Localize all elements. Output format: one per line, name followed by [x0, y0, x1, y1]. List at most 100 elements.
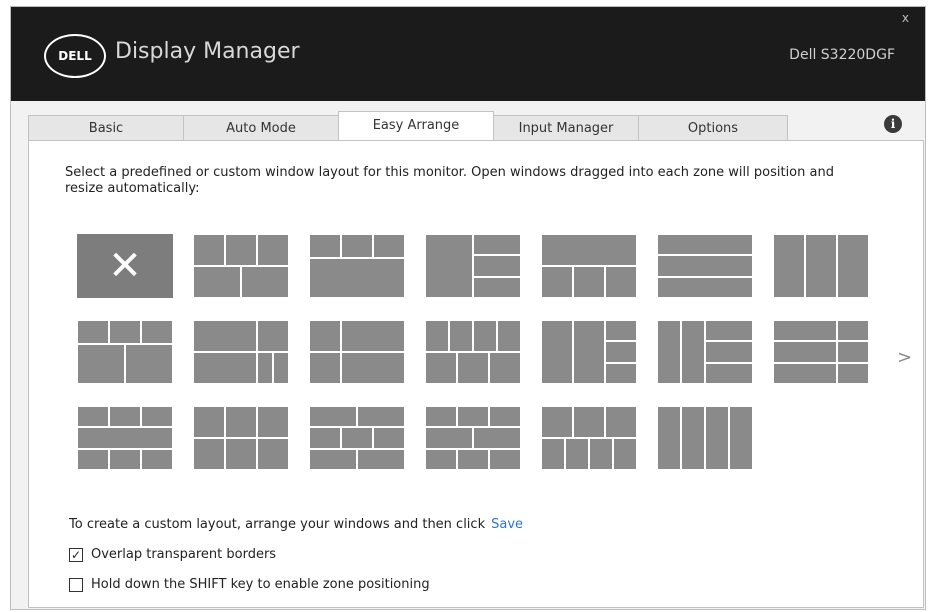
layout-zone [310, 235, 340, 258]
layout-zone [310, 353, 340, 383]
layout-zone [706, 407, 728, 469]
layout-option[interactable] [541, 234, 637, 298]
layout-zone [426, 428, 472, 448]
tab-input-manager[interactable]: Input Manager [493, 115, 639, 141]
layout-option[interactable] [309, 234, 405, 298]
layout-zone [490, 449, 520, 469]
layout-zone [274, 353, 288, 383]
layout-zone [458, 353, 488, 383]
layout-option[interactable] [773, 234, 869, 298]
layout-zone [142, 321, 172, 344]
layout-zone [498, 321, 520, 351]
custom-layout-text: To create a custom layout, arrange your … [69, 517, 523, 532]
layout-zone [342, 321, 404, 351]
shift-key-option[interactable]: Hold down the SHIFT key to enable zone p… [69, 577, 430, 592]
display-manager-window: DELL Display Manager Dell S3220DGF x Bas… [10, 6, 926, 610]
dell-logo: DELL [44, 34, 106, 78]
layout-zone [194, 407, 224, 437]
layout-option[interactable] [541, 406, 637, 470]
layout-option[interactable] [541, 320, 637, 384]
layout-zone [774, 321, 836, 341]
layout-zone [474, 235, 520, 255]
layout-zone [474, 256, 520, 276]
layout-zone [606, 321, 636, 341]
layout-option[interactable] [77, 406, 173, 470]
layout-zone [194, 321, 256, 351]
layout-zone [574, 407, 604, 437]
info-icon[interactable]: i [884, 115, 902, 133]
layout-zone [194, 235, 224, 265]
layout-zone [310, 259, 404, 297]
layout-zone [194, 353, 256, 383]
layout-zone [682, 407, 704, 469]
layout-zone [126, 345, 172, 383]
layout-zone [110, 407, 140, 427]
layout-zone [374, 428, 404, 448]
layout-option[interactable] [773, 320, 869, 384]
layout-zone [342, 353, 404, 383]
close-icon[interactable]: x [902, 11, 909, 25]
layout-zone [474, 321, 496, 351]
tab-options[interactable]: Options [638, 115, 788, 141]
layout-option[interactable] [657, 234, 753, 298]
layout-zone [542, 267, 572, 297]
layout-zone [542, 321, 572, 383]
layout-zone [226, 439, 256, 469]
tab-bar: Basic Auto Mode Easy Arrange Input Manag… [28, 111, 788, 142]
layout-grid: ✕ [77, 234, 877, 479]
layout-option[interactable] [425, 320, 521, 384]
instructions-text: Select a predefined or custom window lay… [65, 165, 834, 196]
layout-zone [450, 321, 472, 351]
layout-zone [258, 353, 272, 383]
layout-option[interactable] [309, 406, 405, 470]
layout-zone [226, 235, 256, 265]
layout-zone [258, 235, 288, 265]
next-page-arrow-icon[interactable]: > [897, 347, 912, 368]
layout-zone [542, 439, 564, 469]
layout-zone [606, 342, 636, 362]
tab-easy-arrange[interactable]: Easy Arrange [338, 111, 494, 142]
layout-zone [258, 407, 288, 437]
layout-none-option[interactable]: ✕ [77, 234, 173, 298]
layout-zone [614, 439, 636, 469]
overlap-borders-checkbox[interactable]: ✓ [69, 547, 83, 562]
layout-zone [142, 407, 172, 427]
layout-option[interactable] [425, 406, 521, 470]
save-link[interactable]: Save [491, 517, 523, 532]
layout-zone [574, 267, 604, 297]
layout-option[interactable] [309, 320, 405, 384]
layout-zone [78, 407, 108, 427]
layout-zone [542, 407, 572, 437]
layout-option[interactable] [657, 320, 753, 384]
tab-auto-mode[interactable]: Auto Mode [183, 115, 339, 141]
shift-key-checkbox[interactable] [69, 577, 83, 592]
layout-option[interactable] [657, 406, 753, 470]
layout-zone [774, 363, 836, 383]
layout-option[interactable] [77, 320, 173, 384]
layout-zone [310, 407, 356, 427]
layout-zone [78, 449, 108, 469]
layout-zone [258, 321, 288, 351]
layout-zone [658, 256, 752, 276]
layout-zone [342, 235, 372, 258]
layout-zone [606, 267, 636, 297]
layout-zone [342, 428, 372, 448]
layout-zone [374, 235, 404, 258]
tab-basic[interactable]: Basic [28, 115, 184, 141]
layout-option[interactable] [193, 406, 289, 470]
layout-zone [474, 277, 520, 297]
layout-zone [110, 449, 140, 469]
monitor-name: Dell S3220DGF [789, 47, 895, 63]
layout-zone [658, 235, 752, 255]
layout-zone [838, 363, 868, 383]
layout-zone [194, 439, 224, 469]
layout-option[interactable] [193, 234, 289, 298]
overlap-borders-option[interactable]: ✓ Overlap transparent borders [69, 547, 276, 562]
layout-zone [838, 235, 868, 297]
shift-key-label: Hold down the SHIFT key to enable zone p… [91, 577, 430, 592]
layout-zone [542, 235, 636, 265]
layout-option[interactable] [193, 320, 289, 384]
layout-option[interactable] [425, 234, 521, 298]
layout-zone [78, 321, 108, 344]
layout-zone [590, 439, 612, 469]
